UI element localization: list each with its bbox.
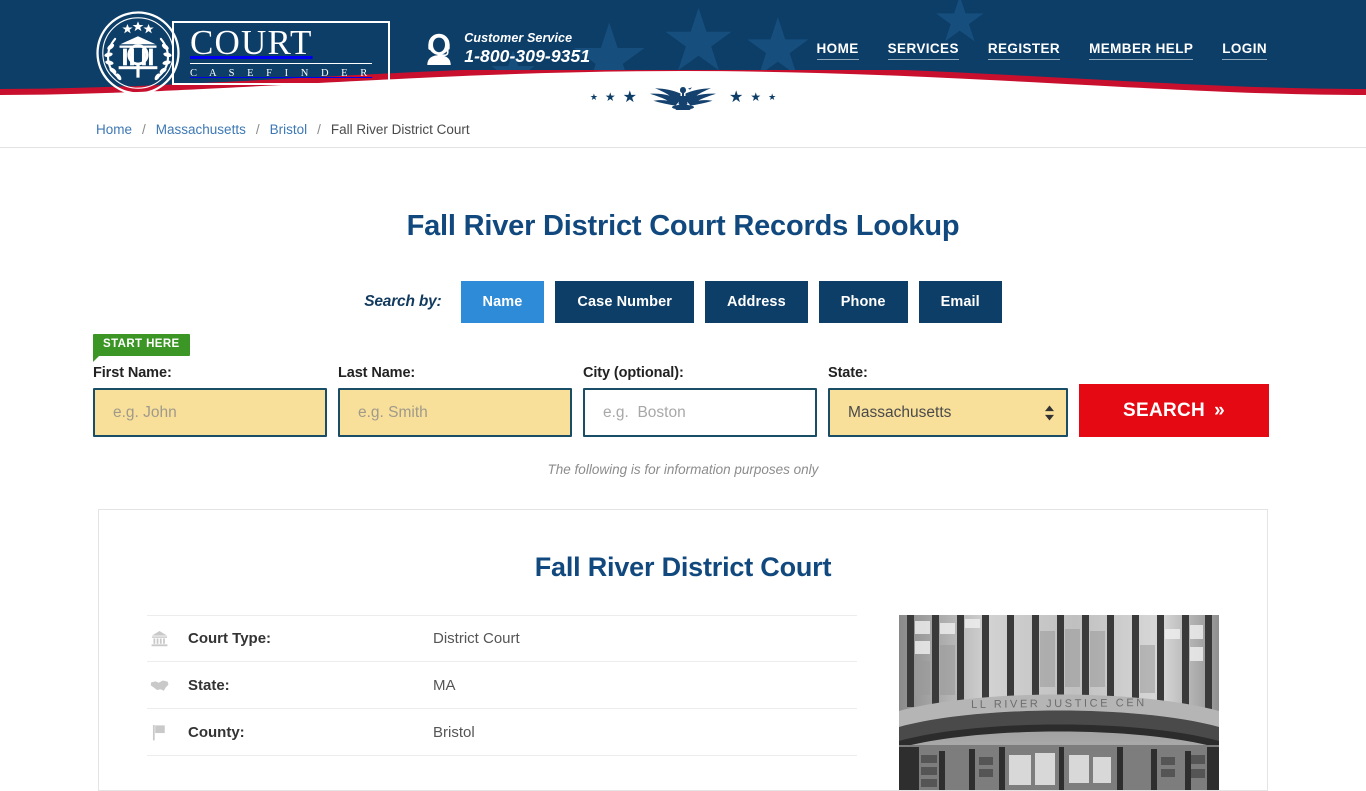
double-chevron-right-icon: »	[1214, 399, 1225, 421]
star-icon: ★	[622, 89, 637, 106]
table-row: Court Type: District Court	[147, 615, 857, 662]
flag-icon	[147, 724, 171, 741]
breadcrumb-separator: /	[142, 122, 146, 137]
page-title: Fall River District Court Records Lookup	[406, 210, 960, 242]
site-header: ★ ★ ★ ★ ★ ★	[0, 0, 1366, 112]
state-label: State:	[828, 365, 868, 381]
breadcrumb-item-current: Fall River District Court	[330, 122, 470, 137]
table-row: State: MA	[147, 662, 857, 709]
breadcrumb-item-bristol[interactable]: Bristol	[270, 122, 308, 137]
city-input[interactable]	[583, 388, 817, 437]
state-select[interactable]: Massachusetts	[828, 388, 1068, 437]
court-type-label: Court Type:	[188, 630, 272, 647]
main-navigation: HOME SERVICES REGISTER MEMBER HELP LOGIN	[816, 41, 1273, 60]
star-icon: ★	[768, 91, 777, 102]
logo-subword: C A S E F I N D E R	[190, 63, 373, 79]
customer-service-label: Customer Service	[464, 31, 573, 45]
star-icon: ★	[604, 90, 616, 104]
logo-wordmark: COURT C A S E F I N D E R	[172, 21, 391, 85]
first-name-label: First Name:	[93, 365, 172, 381]
tab-email[interactable]: Email	[918, 281, 1002, 323]
state-value-label: State:	[188, 676, 230, 694]
last-name-label: Last Name:	[338, 365, 416, 381]
search-button-label: SEARCH	[1123, 399, 1206, 421]
customer-service-phone: 1-800-309-9351	[464, 46, 591, 66]
nav-item-login[interactable]: LOGIN	[1222, 41, 1267, 60]
breadcrumb-item-massachusetts[interactable]: Massachusetts	[156, 122, 246, 137]
star-icon: ★	[750, 90, 762, 104]
nav-item-register[interactable]: REGISTER	[987, 41, 1061, 60]
first-name-input[interactable]	[93, 388, 327, 437]
tab-name[interactable]: Name	[460, 281, 545, 323]
table-row: County: Bristol	[147, 709, 857, 756]
svg-text:LL RIVER JUSTICE CEN: LL RIVER JUSTICE CEN	[971, 697, 1147, 711]
logo-word: COURT	[190, 22, 313, 62]
customer-service-block: Customer Service 1-800-309-9351	[424, 31, 590, 68]
ribbon-emblems: ★ ★ ★ ★ ★ ★	[0, 82, 1366, 112]
eagle-icon	[650, 87, 716, 110]
main-content: Fall River District Court Records Lookup…	[0, 148, 1366, 791]
nav-item-member-help[interactable]: MEMBER HELP	[1089, 41, 1194, 60]
breadcrumb-separator: /	[255, 122, 260, 137]
tab-phone[interactable]: Phone	[818, 281, 908, 323]
last-name-field-group: Last Name:	[338, 365, 572, 437]
search-form: START HERE First Name: Last Name: City (…	[93, 323, 1273, 477]
search-button[interactable]: SEARCH »	[1079, 384, 1269, 437]
court-building-photo: LL RIVER JUSTICE CEN	[899, 615, 1219, 790]
court-details-table: Court Type: District Court State: MA Cou…	[147, 615, 857, 790]
state-value: MA	[433, 676, 456, 694]
county-label: County:	[188, 723, 245, 741]
star-icon: ★	[729, 89, 744, 106]
court-type-value: District Court	[433, 630, 520, 647]
breadcrumb-item-home[interactable]: Home	[96, 122, 132, 137]
state-field-group: State: Massachusetts	[828, 365, 1068, 437]
bank-icon	[147, 630, 171, 647]
tab-case-number[interactable]: Case Number	[555, 281, 695, 323]
start-here-badge: START HERE	[93, 334, 190, 362]
breadcrumb-bar: Home / Massachusetts / Bristol / Fall Ri…	[0, 112, 1366, 148]
first-name-field-group: First Name:	[93, 365, 327, 437]
disclaimer-text: The following is for information purpose…	[547, 462, 819, 477]
us-map-icon	[147, 679, 171, 692]
search-by-tabs: Search by: Name Case Number Address Phon…	[0, 281, 1366, 323]
search-by-label: Search by:	[364, 293, 442, 310]
last-name-input[interactable]	[338, 388, 572, 437]
city-field-group: City (optional):	[583, 365, 817, 437]
breadcrumb-separator: /	[317, 122, 321, 137]
county-value: Bristol	[433, 723, 475, 741]
nav-item-home[interactable]: HOME	[816, 41, 859, 60]
city-label: City (optional):	[583, 365, 684, 381]
headset-support-icon	[427, 34, 451, 66]
breadcrumb: Home / Massachusetts / Bristol / Fall Ri…	[93, 122, 1273, 137]
nav-item-services[interactable]: SERVICES	[887, 41, 959, 60]
tab-address[interactable]: Address	[705, 281, 808, 323]
court-info-card: Fall River District Court Court Type: Di…	[98, 509, 1268, 791]
court-name-title: Fall River District Court	[534, 552, 832, 582]
star-icon: ★	[589, 91, 598, 102]
